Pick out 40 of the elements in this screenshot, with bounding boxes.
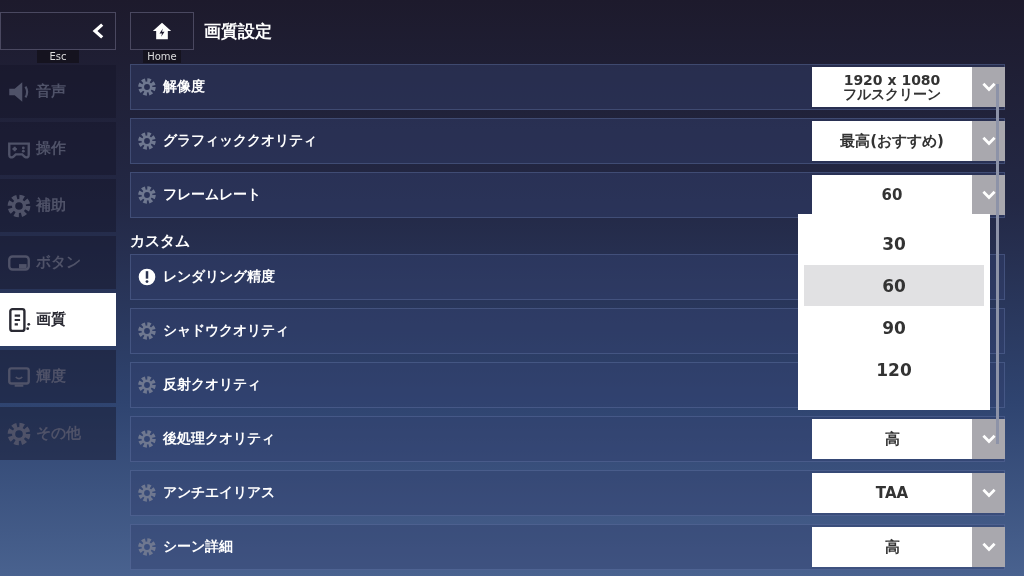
dropdown-option[interactable]: 60 (804, 265, 984, 306)
gear-icon (137, 131, 157, 151)
back-button[interactable] (0, 12, 116, 50)
dropdown[interactable]: 最高(おすすめ) (812, 121, 1005, 161)
dropdown[interactable]: TAA (812, 473, 1005, 513)
scrollbar[interactable] (996, 84, 999, 444)
setting-label: シャドウクオリティ (163, 322, 289, 340)
gear-icon (137, 429, 157, 449)
setting-label: 解像度 (163, 78, 205, 96)
home-icon (152, 21, 172, 41)
setting-label: 後処理クオリティ (163, 430, 275, 448)
gear-icon (137, 321, 157, 341)
warning-icon (137, 267, 157, 287)
setting-label: 反射クオリティ (163, 376, 261, 394)
phone-icon (6, 306, 32, 333)
gear-icon (6, 420, 32, 447)
dropdown[interactable]: 60 (812, 175, 1005, 215)
dropdown-option[interactable]: 30 (804, 223, 984, 264)
dropdown[interactable]: 高 (812, 419, 1005, 459)
section-heading: カスタム (130, 232, 190, 252)
setting-label: レンダリング精度 (163, 268, 275, 286)
gear-icon (137, 375, 157, 395)
setting-label: フレームレート (163, 186, 261, 204)
setting-label: グラフィッククオリティ (163, 132, 317, 150)
key-hint: Esc (37, 50, 79, 63)
gear-icon (6, 192, 32, 219)
sidebar-item[interactable]: 画質 (0, 293, 116, 346)
gear-icon (137, 537, 157, 557)
gear-icon (137, 185, 157, 205)
dropdown[interactable]: 高 (812, 527, 1005, 567)
dropdown-option[interactable]: 120 (804, 349, 984, 390)
gear-icon (137, 77, 157, 97)
dropdown[interactable]: 1920 x 1080 フルスクリーン (812, 67, 1005, 107)
setting-label: アンチエイリアス (163, 484, 275, 502)
page-title: 画質設定 (204, 20, 272, 43)
setting-label: シーン詳細 (163, 538, 233, 556)
gear-icon (137, 483, 157, 503)
dropdown-option[interactable]: 90 (804, 307, 984, 348)
key-hint: Home (143, 50, 181, 63)
home-button[interactable] (130, 12, 194, 50)
